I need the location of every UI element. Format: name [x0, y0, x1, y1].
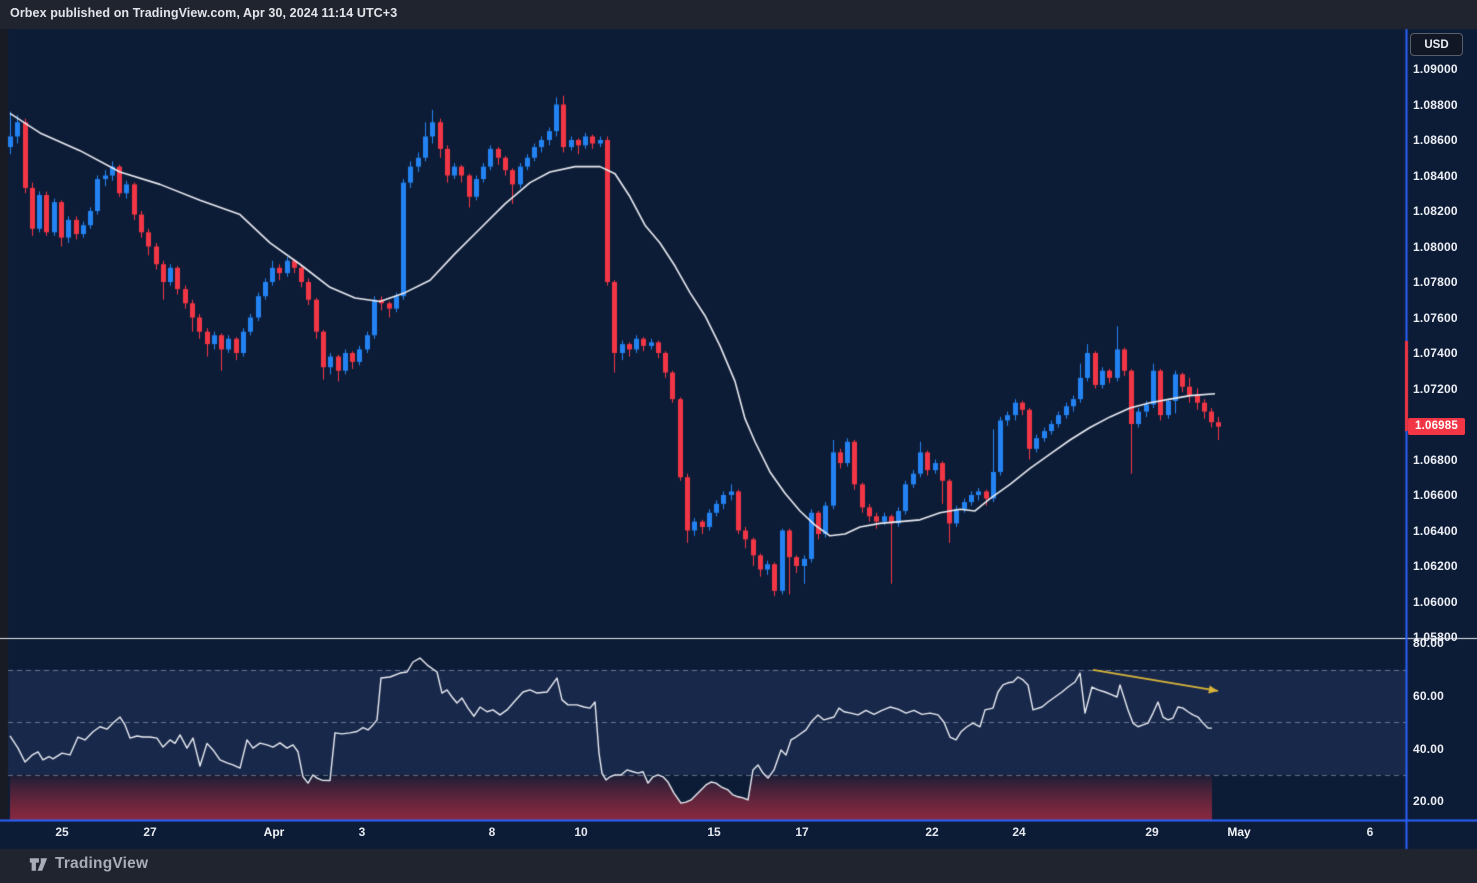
time-axis-label: 25: [55, 825, 68, 839]
price-axis-label: 1.08400: [1413, 168, 1458, 184]
time-axis-label: 27: [143, 825, 156, 839]
time-axis-label: 24: [1012, 825, 1025, 839]
price-axis-label: 1.08200: [1413, 203, 1458, 219]
chart-canvas[interactable]: [0, 0, 1477, 883]
price-axis-label: 1.06600: [1413, 487, 1458, 503]
price-axis-label: 1.09000: [1413, 61, 1458, 77]
publish-note: Orbex published on TradingView.com, Apr …: [10, 6, 397, 20]
price-axis-label: 1.08600: [1413, 132, 1458, 148]
price-axis-label: 1.07800: [1413, 274, 1458, 290]
last-price-badge: 1.06985: [1408, 418, 1465, 435]
tradingview-published-chart: Orbex published on TradingView.com, Apr …: [0, 0, 1477, 883]
time-axis-label: 29: [1145, 825, 1158, 839]
price-axis-label: 1.07600: [1413, 310, 1458, 326]
time-axis-label: 3: [359, 825, 366, 839]
publish-header: Orbex published on TradingView.com, Apr …: [10, 6, 397, 20]
tradingview-logo[interactable]: TradingView: [29, 855, 148, 873]
price-axis-label: 1.06800: [1413, 452, 1458, 468]
rsi-axis-label: 40.00: [1413, 741, 1444, 757]
price-axis-label: 1.08800: [1413, 97, 1458, 113]
price-axis-label: 1.08000: [1413, 239, 1458, 255]
tradingview-logo-text: TradingView: [55, 855, 148, 873]
rsi-axis-label: 60.00: [1413, 688, 1444, 704]
price-axis-label: 1.07400: [1413, 345, 1458, 361]
rsi-axis-label: 80.00: [1413, 635, 1444, 651]
time-axis-label: 15: [707, 825, 720, 839]
price-axis-label: 1.06000: [1413, 594, 1458, 610]
price-axis-label: 1.07200: [1413, 381, 1458, 397]
currency-toggle-button[interactable]: USD: [1410, 33, 1463, 56]
time-axis-label: 8: [489, 825, 496, 839]
time-axis-label: 17: [795, 825, 808, 839]
time-axis-label: 10: [574, 825, 587, 839]
price-axis-label: 1.06200: [1413, 558, 1458, 574]
time-axis-label: May: [1227, 825, 1250, 839]
time-axis-label: 6: [1367, 825, 1374, 839]
price-axis-label: 1.06400: [1413, 523, 1458, 539]
time-axis-label: Apr: [264, 825, 285, 839]
rsi-axis-label: 20.00: [1413, 793, 1444, 809]
tradingview-logo-icon: [29, 856, 48, 873]
time-axis-label: 22: [925, 825, 938, 839]
